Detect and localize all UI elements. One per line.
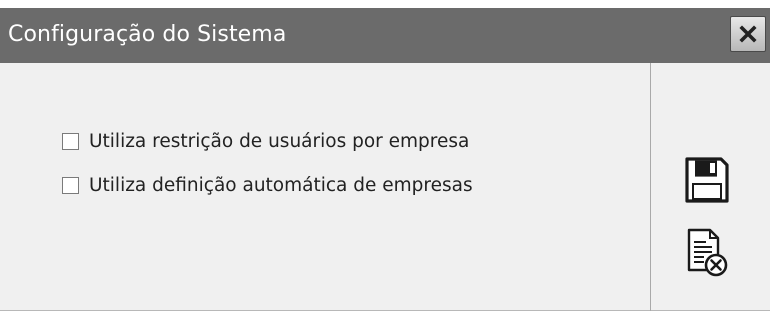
- restrict-users-checkbox[interactable]: [62, 132, 79, 150]
- close-icon: [739, 25, 757, 43]
- auto-company-label: Utiliza definição automática de empresas: [89, 174, 473, 196]
- option-auto-company-definition[interactable]: Utiliza definição automática de empresas: [62, 174, 473, 196]
- floppy-disk-icon: [685, 157, 729, 203]
- auto-company-checkbox[interactable]: [62, 176, 79, 194]
- title-bar: Configuração do Sistema: [0, 8, 770, 63]
- document-cancel-icon: [687, 228, 728, 277]
- system-config-dialog: Configuração do Sistema Utiliza restriçã…: [0, 0, 770, 311]
- window-title: Configuração do Sistema: [8, 22, 287, 47]
- cancel-button[interactable]: [686, 228, 730, 278]
- option-restrict-users-by-company[interactable]: Utiliza restrição de usuários por empres…: [62, 130, 469, 152]
- restrict-users-label: Utiliza restrição de usuários por empres…: [89, 130, 470, 152]
- close-button[interactable]: [730, 16, 766, 52]
- save-button[interactable]: [684, 156, 730, 204]
